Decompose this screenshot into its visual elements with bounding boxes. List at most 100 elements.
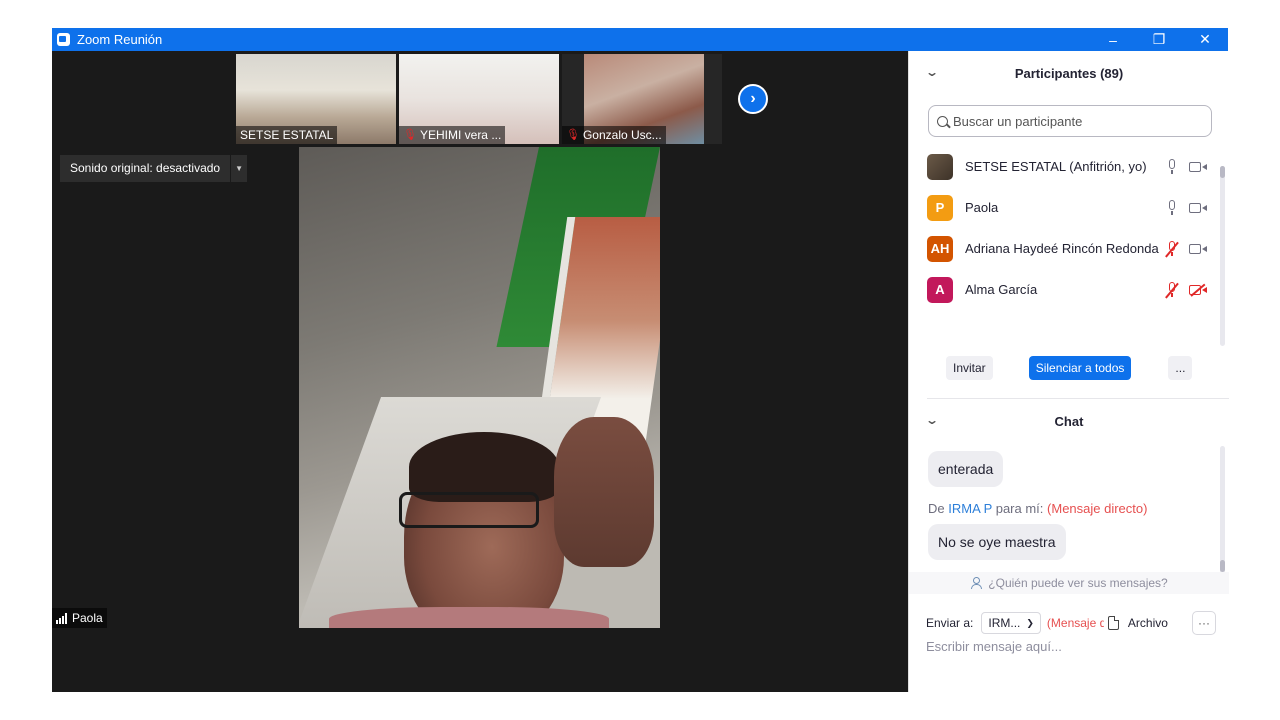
participant-name: Adriana Haydeé Rincón Redonda	[965, 241, 1159, 256]
video-camera-off-icon[interactable]	[1189, 284, 1207, 296]
participant-actions: Invitar Silenciar a todos ...	[909, 356, 1229, 380]
original-sound-button[interactable]: Sonido original: desactivado ▼	[60, 155, 248, 182]
video-thumbnail[interactable]: 🎙︎ YEHIMI vera ...	[399, 54, 559, 144]
close-icon[interactable]: ✕	[1182, 28, 1228, 51]
video-person-shirt	[329, 607, 609, 628]
speaker-name-tag: Paola	[52, 608, 107, 628]
next-page-button[interactable]: ›	[738, 84, 768, 114]
zoom-window: Zoom Reunión – ❐ ✕ SETSE ESTATAL 🎙︎ YEHI…	[52, 28, 1229, 692]
participant-scrollbar[interactable]	[1220, 166, 1225, 346]
participants-title: Participantes (89)	[1014, 65, 1124, 81]
speaker-name: Paola	[72, 611, 103, 625]
chat-message-input[interactable]: Escribir mensaje aquí...	[926, 639, 1216, 661]
avatar	[927, 153, 953, 180]
signal-strength-icon	[56, 612, 67, 624]
invite-button[interactable]: Invitar	[946, 356, 993, 380]
participant-status-icons	[1165, 146, 1207, 187]
more-options-button[interactable]: ...	[1168, 356, 1193, 380]
recipient-select[interactable]: IRM... ❯	[981, 612, 1041, 634]
window-title: Zoom Reunión	[77, 32, 163, 47]
chat-more-button[interactable]: ···	[1192, 611, 1216, 635]
chat-send-row: Enviar a: IRM... ❯ (Mensaje directo) Arc…	[926, 611, 1216, 635]
send-to-label: Enviar a:	[926, 616, 974, 630]
recipient-value: IRM...	[988, 616, 1021, 630]
sidebar: ⌄ Participantes (89) Buscar un participa…	[908, 51, 1229, 692]
zoom-logo-icon	[57, 33, 70, 46]
participant-scrollbar-thumb[interactable]	[1220, 166, 1225, 178]
participant-row[interactable]	[909, 310, 1217, 318]
avatar: AH	[927, 235, 953, 262]
chevron-right-icon: ›	[750, 90, 756, 107]
sender-name[interactable]: IRMA P	[948, 501, 992, 516]
restore-icon[interactable]: ❐	[1136, 28, 1182, 51]
thumbnail-strip: SETSE ESTATAL 🎙︎ YEHIMI vera ... 🎙︎ Gonz…	[236, 54, 722, 144]
participants-header: ⌄ Participantes (89)	[909, 53, 1229, 93]
avatar	[927, 317, 953, 318]
search-icon	[937, 115, 948, 127]
search-placeholder: Buscar un participante	[953, 113, 1083, 129]
chat-message: No se oye maestra	[928, 524, 1066, 560]
thumbnail-name: YEHIMI vera ...	[419, 128, 502, 142]
collapse-chevron-icon[interactable]: ⌄	[925, 413, 939, 427]
video-thumbnail[interactable]: SETSE ESTATAL	[236, 54, 396, 144]
participant-row[interactable]: SETSE ESTATAL (Anfitrión, yo)	[909, 146, 1217, 187]
mute-all-button[interactable]: Silenciar a todos	[1028, 356, 1132, 380]
window-controls: – ❐ ✕	[1090, 28, 1228, 51]
participant-row[interactable]: AH Adriana Haydeé Rincón Redonda	[909, 228, 1217, 269]
participant-status-icons	[1165, 228, 1207, 269]
microphone-muted-icon[interactable]	[1165, 281, 1179, 298]
video-stage: SETSE ESTATAL 🎙︎ YEHIMI vera ... 🎙︎ Gonz…	[52, 51, 908, 692]
file-button[interactable]: Archivo	[1128, 616, 1168, 630]
chat-header: ⌄ Chat	[909, 401, 1229, 441]
title-bar: Zoom Reunión – ❐ ✕	[52, 28, 1228, 51]
who-can-see-text: ¿Quién puede ver sus mensajes?	[988, 576, 1168, 590]
video-person-glasses	[399, 492, 539, 528]
video-person-hand	[554, 417, 654, 567]
participant-status-icons	[1165, 269, 1207, 310]
chat-message: enterada	[928, 451, 1004, 487]
participant-status-icons	[1165, 187, 1207, 228]
participant-list: SETSE ESTATAL (Anfitrión, yo) P Paola AH…	[909, 146, 1217, 318]
message-sender-line: De IRMA P para mí: (Mensaje directo)	[928, 501, 1147, 516]
who-can-see-link[interactable]: ¿Quién puede ver sus mensajes?	[909, 572, 1229, 594]
send-direct-label: (Mensaje directo)	[1046, 616, 1104, 630]
collapse-chevron-icon[interactable]: ⌄	[925, 65, 939, 79]
original-sound-label: Sonido original: desactivado	[70, 161, 221, 175]
chat-messages: enterada De IRMA P para mí: (Mensaje dir…	[909, 441, 1217, 571]
mic-muted-icon: 🎙︎	[566, 129, 580, 141]
microphone-icon[interactable]	[1165, 158, 1179, 175]
thumbnail-name-tag: SETSE ESTATAL	[236, 126, 338, 144]
chat-title: Chat	[1054, 413, 1084, 429]
video-camera-icon[interactable]	[1189, 161, 1207, 173]
video-camera-icon[interactable]	[1189, 202, 1207, 214]
avatar: A	[927, 276, 953, 303]
chat-scrollbar[interactable]	[1220, 446, 1225, 574]
recipient-text: para mí:	[995, 501, 1044, 516]
video-camera-icon[interactable]	[1189, 243, 1207, 255]
participant-row[interactable]: P Paola	[909, 187, 1217, 228]
participant-name: Paola	[965, 200, 999, 215]
file-icon[interactable]	[1107, 616, 1119, 630]
thumbnail-name: Gonzalo Usc...	[582, 128, 662, 142]
participant-name: SETSE ESTATAL (Anfitrión, yo)	[965, 159, 1147, 174]
avatar: P	[927, 194, 953, 221]
section-divider	[927, 398, 1229, 399]
minimize-icon[interactable]: –	[1090, 28, 1136, 51]
thumbnail-name-tag: 🎙︎ YEHIMI vera ...	[399, 126, 506, 144]
participant-row[interactable]: A Alma García	[909, 269, 1217, 310]
chat-scrollbar-thumb[interactable]	[1220, 560, 1225, 572]
person-icon	[970, 577, 983, 589]
active-speaker-video	[299, 147, 660, 628]
participant-search-input[interactable]: Buscar un participante	[928, 105, 1212, 137]
participant-name: Alma García	[965, 282, 1038, 297]
direct-message-label: (Mensaje directo)	[1047, 501, 1148, 516]
microphone-muted-icon[interactable]	[1165, 240, 1179, 257]
from-prefix: De	[928, 501, 945, 516]
mic-muted-icon: 🎙︎	[403, 129, 417, 141]
video-thumbnail[interactable]: 🎙︎ Gonzalo Usc...	[562, 54, 722, 144]
chevron-down-icon: ❯	[1026, 617, 1034, 628]
thumbnail-name-tag: 🎙︎ Gonzalo Usc...	[562, 126, 666, 144]
microphone-icon[interactable]	[1165, 199, 1179, 216]
chevron-down-icon[interactable]: ▼	[230, 155, 247, 182]
thumbnail-name: SETSE ESTATAL	[240, 128, 334, 142]
